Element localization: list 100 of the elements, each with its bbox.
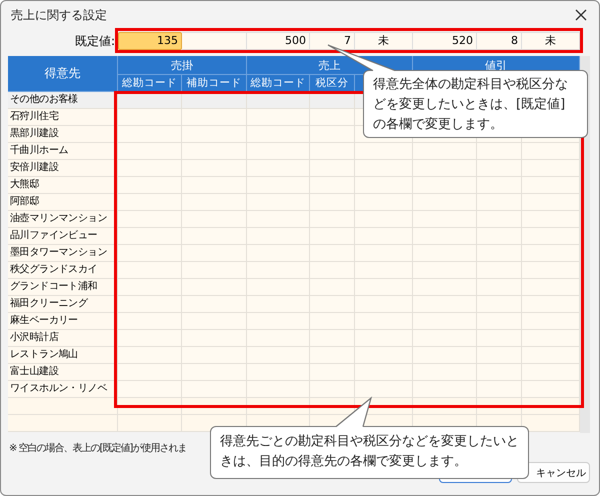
table-cell[interactable] — [413, 177, 477, 194]
table-cell[interactable] — [247, 364, 310, 381]
table-cell[interactable] — [522, 364, 580, 381]
table-cell[interactable] — [522, 211, 580, 228]
table-cell[interactable] — [355, 313, 413, 330]
table-cell[interactable] — [182, 160, 247, 177]
table-cell[interactable] — [182, 330, 247, 347]
table-cell[interactable] — [310, 126, 355, 143]
table-cell[interactable] — [522, 160, 580, 177]
customer-name-cell[interactable]: 品川ファインビュー — [8, 228, 118, 245]
table-cell[interactable] — [247, 245, 310, 262]
default-value-field[interactable]: 未 — [355, 32, 413, 50]
table-cell[interactable] — [182, 245, 247, 262]
table-cell[interactable] — [477, 313, 522, 330]
table-cell[interactable] — [310, 347, 355, 364]
table-cell[interactable] — [413, 296, 477, 313]
table-cell[interactable] — [522, 177, 580, 194]
table-cell[interactable] — [182, 313, 247, 330]
table-cell[interactable] — [182, 279, 247, 296]
default-value-field[interactable]: 135 — [118, 32, 182, 50]
customer-name-cell[interactable]: 油壺マリンマンション — [8, 211, 118, 228]
table-cell[interactable] — [310, 194, 355, 211]
table-cell[interactable] — [522, 143, 580, 160]
table-cell[interactable] — [355, 211, 413, 228]
customer-name-cell[interactable]: レストラン鳩山 — [8, 347, 118, 364]
table-cell[interactable] — [118, 415, 182, 432]
table-cell[interactable] — [118, 364, 182, 381]
table-cell[interactable] — [182, 262, 247, 279]
default-value-field[interactable]: 8 — [477, 32, 522, 50]
customer-name-cell[interactable]: ワイスホルン・リノベ — [8, 381, 118, 398]
table-cell[interactable] — [247, 160, 310, 177]
table-cell[interactable] — [355, 160, 413, 177]
table-cell[interactable] — [310, 109, 355, 126]
table-cell[interactable] — [413, 313, 477, 330]
default-value-field[interactable]: 未 — [522, 32, 580, 50]
table-cell[interactable] — [247, 262, 310, 279]
default-value-field[interactable]: 520 — [413, 32, 477, 50]
customer-name-cell[interactable]: 秩父グランドスカイ — [8, 262, 118, 279]
table-cell[interactable] — [477, 143, 522, 160]
table-cell[interactable] — [477, 279, 522, 296]
table-cell[interactable] — [477, 347, 522, 364]
default-value-field[interactable]: 7 — [310, 32, 355, 50]
table-cell[interactable] — [118, 381, 182, 398]
table-cell[interactable] — [182, 126, 247, 143]
default-value-field[interactable] — [182, 32, 247, 50]
table-cell[interactable] — [522, 381, 580, 398]
table-cell[interactable] — [310, 211, 355, 228]
customer-name-cell[interactable]: 石狩川住宅 — [8, 109, 118, 126]
customer-name-cell[interactable]: 富士山建設 — [8, 364, 118, 381]
table-cell[interactable] — [118, 211, 182, 228]
table-cell[interactable] — [310, 381, 355, 398]
table-cell[interactable] — [182, 347, 247, 364]
table-cell[interactable] — [413, 194, 477, 211]
table-cell[interactable] — [522, 228, 580, 245]
table-cell[interactable] — [247, 347, 310, 364]
table-cell[interactable] — [310, 177, 355, 194]
table-cell[interactable] — [247, 228, 310, 245]
table-cell[interactable] — [477, 177, 522, 194]
table-cell[interactable] — [247, 109, 310, 126]
table-cell[interactable] — [247, 296, 310, 313]
table-cell[interactable] — [522, 330, 580, 347]
customer-name-cell[interactable]: 安倍川建設 — [8, 160, 118, 177]
table-cell[interactable] — [413, 262, 477, 279]
table-cell[interactable] — [182, 211, 247, 228]
table-cell[interactable] — [522, 262, 580, 279]
table-cell[interactable] — [118, 177, 182, 194]
table-cell[interactable] — [477, 211, 522, 228]
table-cell[interactable] — [522, 296, 580, 313]
table-cell[interactable] — [477, 245, 522, 262]
table-cell[interactable] — [118, 330, 182, 347]
table-cell[interactable] — [522, 415, 580, 432]
table-cell[interactable] — [118, 109, 182, 126]
table-cell[interactable] — [310, 143, 355, 160]
table-cell[interactable] — [413, 245, 477, 262]
table-cell[interactable] — [310, 313, 355, 330]
table-cell[interactable] — [247, 279, 310, 296]
customer-name-cell[interactable]: 大熊邸 — [8, 177, 118, 194]
table-cell[interactable] — [310, 228, 355, 245]
table-cell[interactable] — [477, 296, 522, 313]
table-cell[interactable] — [522, 194, 580, 211]
table-cell[interactable] — [413, 364, 477, 381]
table-cell[interactable] — [355, 381, 413, 398]
customer-name-cell[interactable]: 千曲川ホーム — [8, 143, 118, 160]
table-cell[interactable] — [8, 415, 118, 432]
table-cell[interactable] — [247, 211, 310, 228]
table-cell[interactable] — [182, 296, 247, 313]
customer-name-cell[interactable]: 小沢時計店 — [8, 330, 118, 347]
table-cell[interactable] — [413, 279, 477, 296]
table-cell[interactable] — [413, 160, 477, 177]
table-cell[interactable] — [355, 194, 413, 211]
customer-name-cell[interactable]: 墨田タワーマンション — [8, 245, 118, 262]
table-cell[interactable] — [310, 296, 355, 313]
table-cell[interactable] — [355, 330, 413, 347]
table-cell[interactable] — [355, 143, 413, 160]
table-cell[interactable] — [413, 381, 477, 398]
table-cell[interactable] — [413, 228, 477, 245]
table-cell[interactable] — [355, 262, 413, 279]
customer-name-cell[interactable]: 麻生ベーカリー — [8, 313, 118, 330]
table-cell[interactable] — [522, 313, 580, 330]
table-cell[interactable] — [310, 160, 355, 177]
